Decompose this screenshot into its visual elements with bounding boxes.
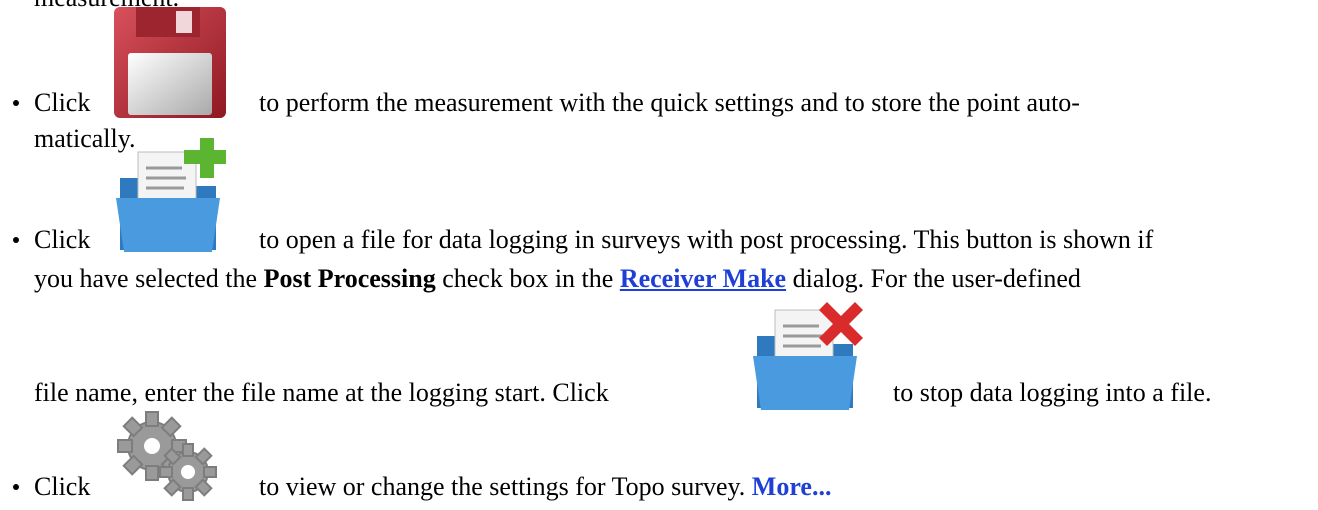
text: you have selected the <box>34 264 264 293</box>
text: check box in the <box>435 264 620 293</box>
text: dialog. For the user-defined <box>786 264 1081 293</box>
receiver-make-link[interactable]: Receiver Make <box>620 264 786 293</box>
open-log-file-icon[interactable] <box>112 138 228 254</box>
bold-term: Post Processing <box>263 264 436 293</box>
settings-gears-icon[interactable] <box>112 410 228 502</box>
click-label: Click <box>34 225 91 254</box>
bullet <box>13 237 19 243</box>
close-log-file-icon[interactable] <box>749 296 865 412</box>
description-line-3-cont: to stop data logging into a file. <box>893 378 1212 407</box>
description-line-2: you have selected the Post Processing ch… <box>34 264 1081 294</box>
click-label: Click <box>34 88 91 117</box>
description-line: to open a file for data logging in surve… <box>259 225 1154 254</box>
description-line-3: file name, enter the file name at the lo… <box>34 378 609 407</box>
more-link[interactable]: More... <box>752 472 832 501</box>
text: to view or change the settings for Topo … <box>259 472 746 501</box>
click-label: Click <box>34 472 91 501</box>
save-floppy-icon[interactable] <box>112 5 228 120</box>
bullet <box>13 100 19 106</box>
description-line: to perform the measurement with the quic… <box>259 88 1080 117</box>
bullet <box>13 484 19 490</box>
description-line: to view or change the settings for Topo … <box>259 472 831 502</box>
